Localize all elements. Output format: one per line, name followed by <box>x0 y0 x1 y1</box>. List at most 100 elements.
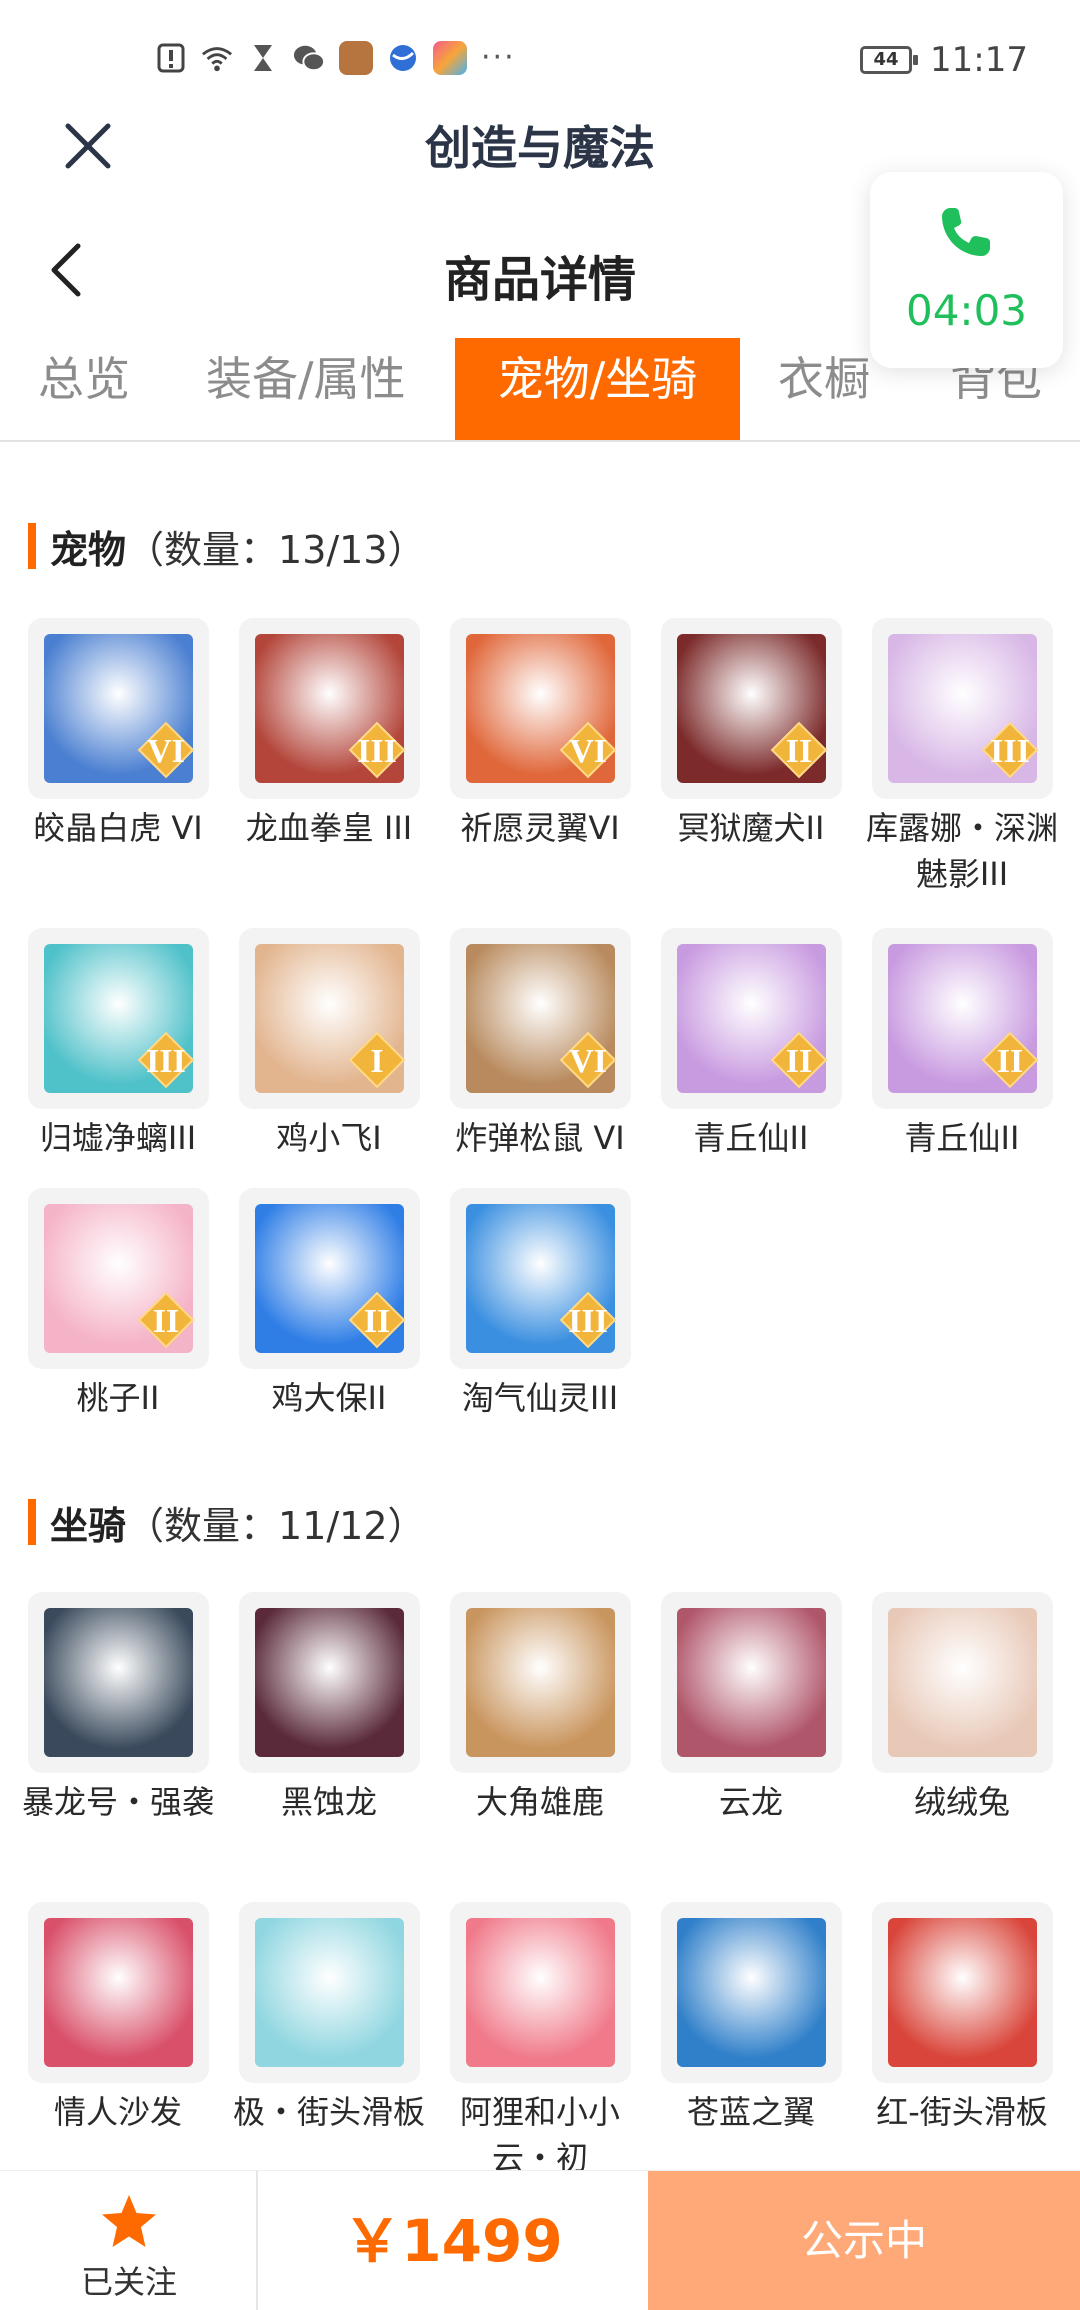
level-number: III <box>146 1043 186 1080</box>
item-image <box>255 1918 404 2067</box>
item-name: 归墟净螭III <box>39 1119 197 1157</box>
alert-icon <box>155 42 187 74</box>
item-thumbnail <box>239 1902 420 2083</box>
level-number: VI <box>147 733 185 770</box>
tab-pets-mounts[interactable]: 宠物/坐骑 <box>455 338 740 440</box>
status-bar: ··· 44 11:17 <box>0 0 1080 120</box>
pet-item[interactable]: I 鸡小飞I <box>239 928 420 1161</box>
item-name: 红-街头滑板 <box>876 2093 1048 2131</box>
item-name: 祈愿灵翼VI <box>460 809 620 847</box>
hourglass-icon <box>247 42 279 74</box>
pet-item[interactable]: VI 炸弹松鼠 VI <box>450 928 631 1161</box>
mount-item[interactable]: 苍蓝之翼 <box>661 1902 842 2135</box>
level-badge: III <box>981 721 1039 779</box>
tab-equipment[interactable]: 装备/属性 <box>206 338 406 440</box>
pet-item[interactable]: II 青丘仙II <box>661 928 842 1161</box>
item-thumbnail <box>450 1902 631 2083</box>
pet-item[interactable]: III 归墟净螭III <box>28 928 209 1161</box>
section-accent-bar <box>28 1499 36 1545</box>
item-image <box>888 1608 1037 1757</box>
pet-item[interactable]: II 冥狱魔犬II <box>661 618 842 851</box>
pet-item[interactable]: VI 祈愿灵翼VI <box>450 618 631 851</box>
level-badge: III <box>137 1031 195 1089</box>
section-count: （数量：11/12） <box>126 1503 426 1548</box>
phone-icon <box>942 208 990 256</box>
mount-item[interactable]: 黑蚀龙 <box>239 1592 420 1825</box>
mount-item[interactable]: 极・街头滑板 <box>233 1902 425 2135</box>
pet-item[interactable]: III 龙血拳皇 III <box>239 618 420 851</box>
item-name: 苍蓝之翼 <box>686 2093 815 2131</box>
pet-item[interactable]: III 库露娜・深渊魅影III <box>866 618 1058 897</box>
item-thumbnail <box>450 1592 631 1773</box>
mount-item[interactable]: 绒绒兔 <box>872 1592 1053 1825</box>
item-thumbnail <box>28 1592 209 1773</box>
tab-wardrobe[interactable]: 衣橱 <box>778 338 870 440</box>
section-accent-bar <box>28 523 36 569</box>
level-badge: I <box>348 1031 406 1089</box>
level-number: III <box>990 733 1030 770</box>
mount-item[interactable]: 暴龙号・强袭 <box>22 1592 214 1825</box>
mount-item[interactable]: 大角雄鹿 <box>450 1592 631 1825</box>
level-badge: III <box>559 1291 617 1349</box>
mount-item[interactable]: 阿狸和小小云・初 <box>450 1902 631 2181</box>
item-image <box>255 1608 404 1757</box>
level-number: II <box>363 1303 391 1340</box>
pet-item[interactable]: VI 皎晶白虎 VI <box>28 618 209 851</box>
level-badge: II <box>770 1031 828 1089</box>
pet-item[interactable]: II 桃子II <box>28 1188 209 1421</box>
item-name: 云龙 <box>718 1783 783 1821</box>
colorful-app-icon <box>433 40 467 75</box>
item-thumbnail: VI <box>450 618 631 799</box>
item-name: 暴龙号・强袭 <box>21 1783 214 1821</box>
item-name: 淘气仙灵III <box>461 1379 619 1417</box>
section-count: （数量：13/13） <box>126 527 426 572</box>
item-image <box>677 1918 826 2067</box>
mount-item[interactable]: 情人沙发 <box>28 1902 209 2135</box>
item-name: 极・街头滑板 <box>232 2093 425 2131</box>
mount-item[interactable]: 红-街头滑板 <box>872 1902 1053 2135</box>
level-number: II <box>996 1043 1024 1080</box>
section-title: 坐骑 <box>50 1503 127 1548</box>
item-thumbnail: I <box>239 928 420 1109</box>
level-number: III <box>568 1303 608 1340</box>
item-thumbnail: III <box>872 618 1053 799</box>
mount-item[interactable]: 云龙 <box>661 1592 842 1825</box>
item-image <box>44 1608 193 1757</box>
item-thumbnail <box>872 1592 1053 1773</box>
item-name: 鸡小飞I <box>276 1119 382 1157</box>
item-thumbnail: II <box>661 618 842 799</box>
battery-indicator: 44 <box>860 46 918 74</box>
item-name: 绒绒兔 <box>913 1783 1010 1821</box>
item-name: 青丘仙II <box>693 1119 809 1157</box>
item-thumbnail: VI <box>28 618 209 799</box>
level-badge: VI <box>137 721 195 779</box>
level-number: I <box>370 1043 384 1080</box>
tab-overview[interactable]: 总览 <box>38 338 130 440</box>
pet-item[interactable]: III 淘气仙灵III <box>450 1188 631 1421</box>
item-image <box>677 1608 826 1757</box>
item-image <box>466 1608 615 1757</box>
level-badge: II <box>981 1031 1039 1089</box>
item-name: 鸡大保II <box>271 1379 387 1417</box>
app-title: 创造与魔法 <box>425 121 655 175</box>
call-widget[interactable]: 04:03 <box>870 172 1063 368</box>
pet-item[interactable]: II 青丘仙II <box>872 928 1053 1161</box>
publicity-status-button[interactable]: 公示中 <box>648 2171 1080 2310</box>
wifi-icon <box>201 42 233 74</box>
follow-button[interactable]: 已关注 <box>0 2171 258 2310</box>
more-notifications-icon: ··· <box>481 40 516 75</box>
pets-section-header: 宠物 （数量：13/13） <box>28 522 426 572</box>
item-name: 桃子II <box>76 1379 160 1417</box>
item-image <box>466 1918 615 2067</box>
level-badge: III <box>348 721 406 779</box>
item-thumbnail: II <box>239 1188 420 1369</box>
item-thumbnail: III <box>28 928 209 1109</box>
item-image <box>888 1918 1037 2067</box>
item-thumbnail: III <box>239 618 420 799</box>
item-thumbnail <box>872 1902 1053 2083</box>
item-thumbnail: VI <box>450 928 631 1109</box>
level-badge: VI <box>559 721 617 779</box>
item-name: 冥狱魔犬II <box>677 809 825 847</box>
pet-item[interactable]: II 鸡大保II <box>239 1188 420 1421</box>
level-number: II <box>152 1303 180 1340</box>
